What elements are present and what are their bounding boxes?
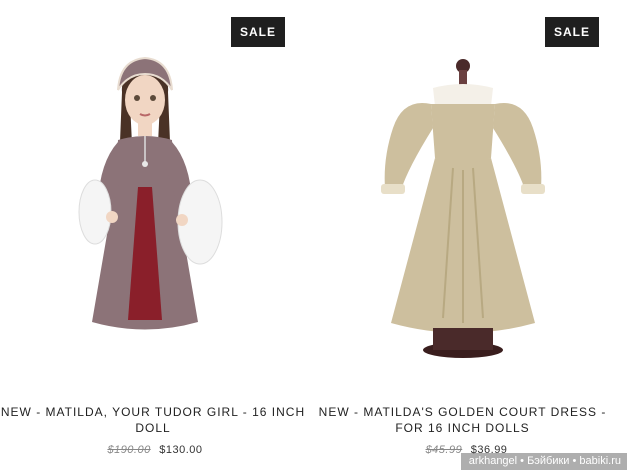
- sale-badge[interactable]: SALE: [231, 17, 285, 47]
- product-card-tudor-doll[interactable]: SALE NEW - MATILDA, YOUR TUDOR GIRL - 16…: [0, 0, 310, 470]
- tudor-doll-image[interactable]: [70, 52, 235, 352]
- original-price: $45.99: [425, 444, 463, 456]
- court-dress-image[interactable]: [363, 58, 553, 368]
- sale-badge[interactable]: SALE: [545, 17, 599, 47]
- product-title-link[interactable]: NEW - MATILDA'S GOLDEN COURT DRESS - FOR…: [308, 404, 617, 436]
- sale-price: $130.00: [159, 444, 203, 456]
- product-title-link[interactable]: NEW - MATILDA, YOUR TUDOR GIRL - 16 INCH…: [0, 404, 308, 436]
- site-watermark: arkhangel • Бэйбики • babiki.ru: [460, 453, 627, 470]
- product-card-court-dress[interactable]: SALE NEW - MATILDA'S GOLDEN COURT DRESS …: [318, 0, 627, 470]
- original-price: $190.00: [107, 444, 151, 456]
- price-row: $190.00 $130.00: [0, 444, 310, 456]
